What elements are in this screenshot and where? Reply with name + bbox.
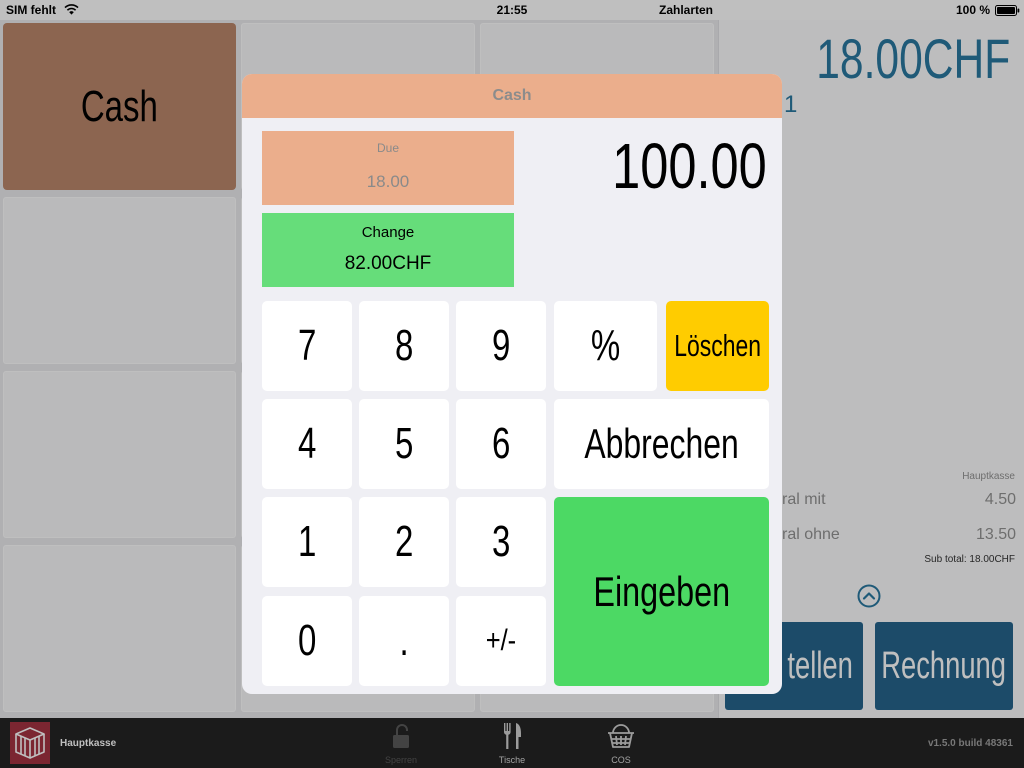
- key-8[interactable]: 8: [359, 301, 449, 391]
- key-6[interactable]: 6: [456, 399, 546, 489]
- change-value: 82.00CHF: [344, 253, 432, 274]
- key-label: .: [399, 616, 409, 665]
- due-value: 18.00: [366, 172, 410, 191]
- key-label: 1: [297, 517, 317, 566]
- key-label: 9: [491, 321, 511, 370]
- percent-key[interactable]: %: [554, 301, 657, 391]
- key-plus-minus[interactable]: +/-: [456, 596, 546, 686]
- key-label: 5: [394, 419, 414, 468]
- key-label: 2: [394, 517, 414, 566]
- cancel-button-label: Abbrechen: [584, 420, 739, 467]
- amount-display: 100.00: [571, 134, 767, 198]
- key-decimal[interactable]: .: [359, 596, 449, 686]
- clear-button[interactable]: Löschen: [666, 301, 769, 391]
- change-label: Change: [361, 224, 415, 241]
- change-box: Change 82.00CHF: [262, 213, 514, 287]
- key-label: 7: [297, 321, 317, 370]
- key-label: 4: [297, 419, 317, 468]
- key-2[interactable]: 2: [359, 497, 449, 587]
- entered-amount: 100.00: [612, 130, 767, 202]
- key-9[interactable]: 9: [456, 301, 546, 391]
- due-label: Due: [376, 141, 399, 155]
- cash-payment-dialog: Cash Due 18.00 Change 82.00CHF 100.00 7 …: [242, 74, 782, 694]
- cancel-button[interactable]: Abbrechen: [554, 399, 769, 489]
- enter-button-label: Eingeben: [593, 567, 730, 615]
- key-3[interactable]: 3: [456, 497, 546, 587]
- key-4[interactable]: 4: [262, 399, 352, 489]
- key-1[interactable]: 1: [262, 497, 352, 587]
- key-label: 3: [491, 517, 511, 566]
- key-label: 8: [394, 321, 414, 370]
- clear-button-label: Löschen: [674, 328, 761, 363]
- key-7[interactable]: 7: [262, 301, 352, 391]
- due-box: Due 18.00: [262, 131, 514, 205]
- key-5[interactable]: 5: [359, 399, 449, 489]
- dialog-header: Cash: [242, 74, 782, 118]
- dialog-title: Cash: [492, 87, 532, 104]
- key-label: %: [590, 321, 621, 370]
- key-label: +/-: [485, 624, 517, 657]
- key-0[interactable]: 0: [262, 596, 352, 686]
- key-label: 0: [297, 616, 317, 665]
- key-label: 6: [491, 419, 511, 468]
- enter-button[interactable]: Eingeben: [554, 497, 769, 686]
